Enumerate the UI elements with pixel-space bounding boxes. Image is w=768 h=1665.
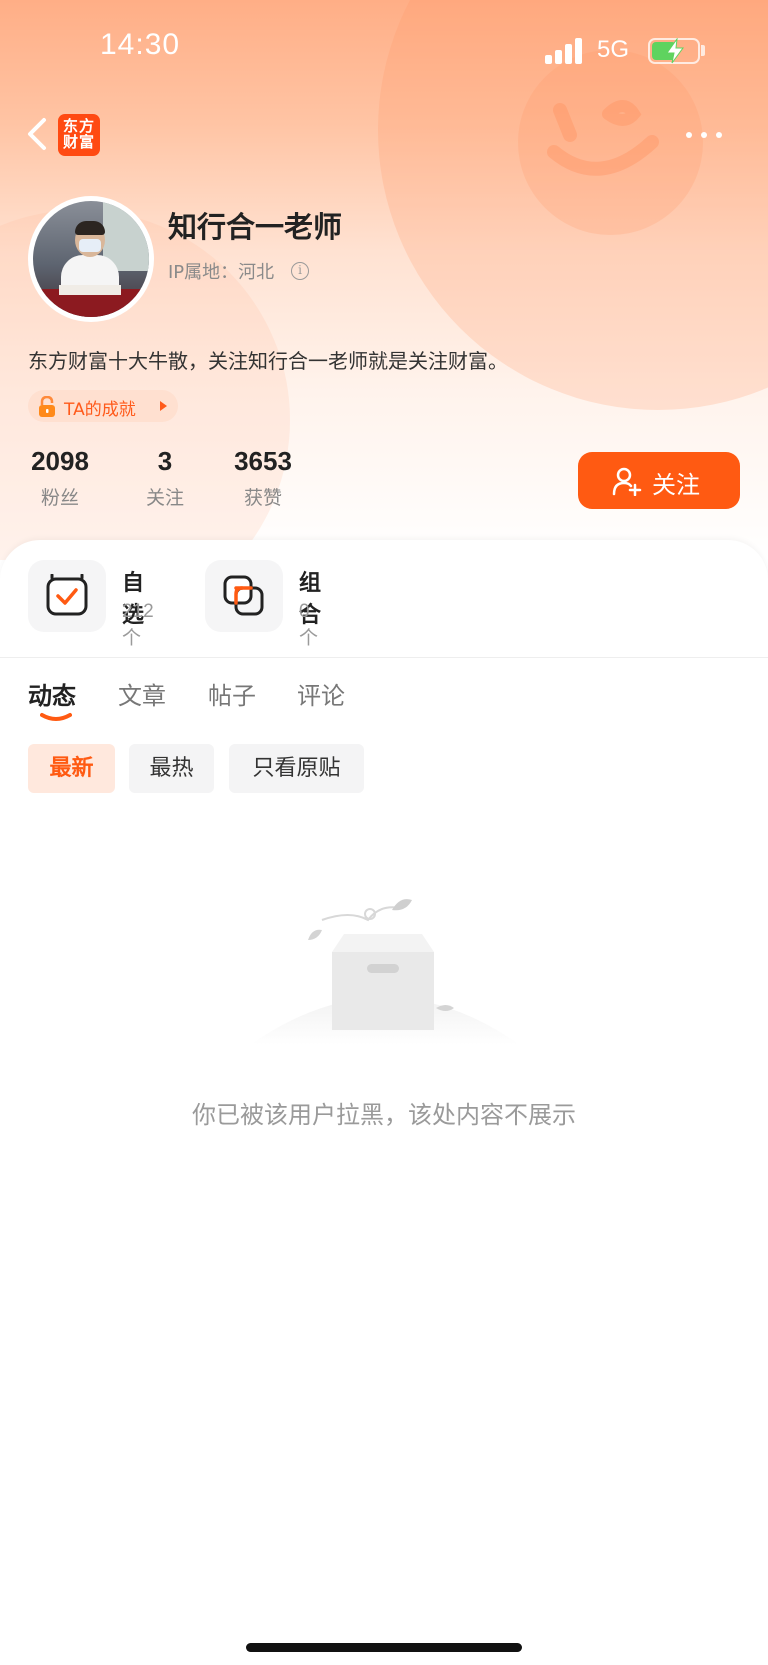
charging-bolt-icon (666, 38, 684, 64)
follow-button[interactable]: 关注 (578, 452, 740, 509)
watchlist-check-icon (46, 574, 88, 616)
chevron-left-icon[interactable] (22, 114, 54, 154)
tab-articles[interactable]: 文章 (118, 676, 166, 711)
tab-dynamics[interactable]: 动态 (28, 676, 76, 711)
lock-icon (39, 396, 55, 417)
info-icon[interactable]: i (291, 262, 309, 280)
caret-right-icon (160, 401, 167, 411)
tab-posts[interactable]: 帖子 (208, 676, 256, 711)
stat-followers[interactable]: 2098 粉丝 (28, 446, 92, 510)
filter-original-only[interactable]: 只看原贴 (229, 744, 364, 793)
home-indicator[interactable] (246, 1643, 522, 1652)
portfolio-overlap-icon (223, 575, 264, 616)
profile-name: 知行合一老师 (168, 210, 343, 244)
ip-location: IP属地：河北 (168, 262, 275, 283)
empty-state-message: 你已被该用户拉黑，该处内容不展示 (192, 1101, 576, 1129)
filter-hottest[interactable]: 最热 (129, 744, 214, 793)
network-label: 5G (597, 36, 630, 63)
stat-following[interactable]: 3 关注 (140, 446, 190, 510)
stat-likes[interactable]: 3653 获赞 (228, 446, 298, 510)
avatar[interactable] (28, 196, 154, 322)
more-dots-icon[interactable] (682, 120, 726, 150)
profile-bio: 东方财富十大牛散，关注知行合一老师就是关注财富。 (28, 349, 508, 373)
status-time: 14:30 (100, 28, 181, 61)
active-tab-indicator (40, 713, 72, 721)
signal-icon (545, 38, 585, 64)
filter-latest[interactable]: 最新 (28, 744, 115, 793)
achievement-badge[interactable]: TA的成就 (28, 390, 178, 422)
empty-box-icon (250, 899, 520, 1045)
follow-label: 关注 (652, 471, 700, 499)
tab-comments[interactable]: 评论 (297, 676, 345, 711)
achievement-label: TA的成就 (64, 400, 136, 420)
add-user-icon (612, 467, 642, 496)
divider (0, 657, 768, 658)
decorative-smile-icon (547, 100, 659, 176)
app-logo[interactable]: 东方 财富 (58, 114, 100, 156)
